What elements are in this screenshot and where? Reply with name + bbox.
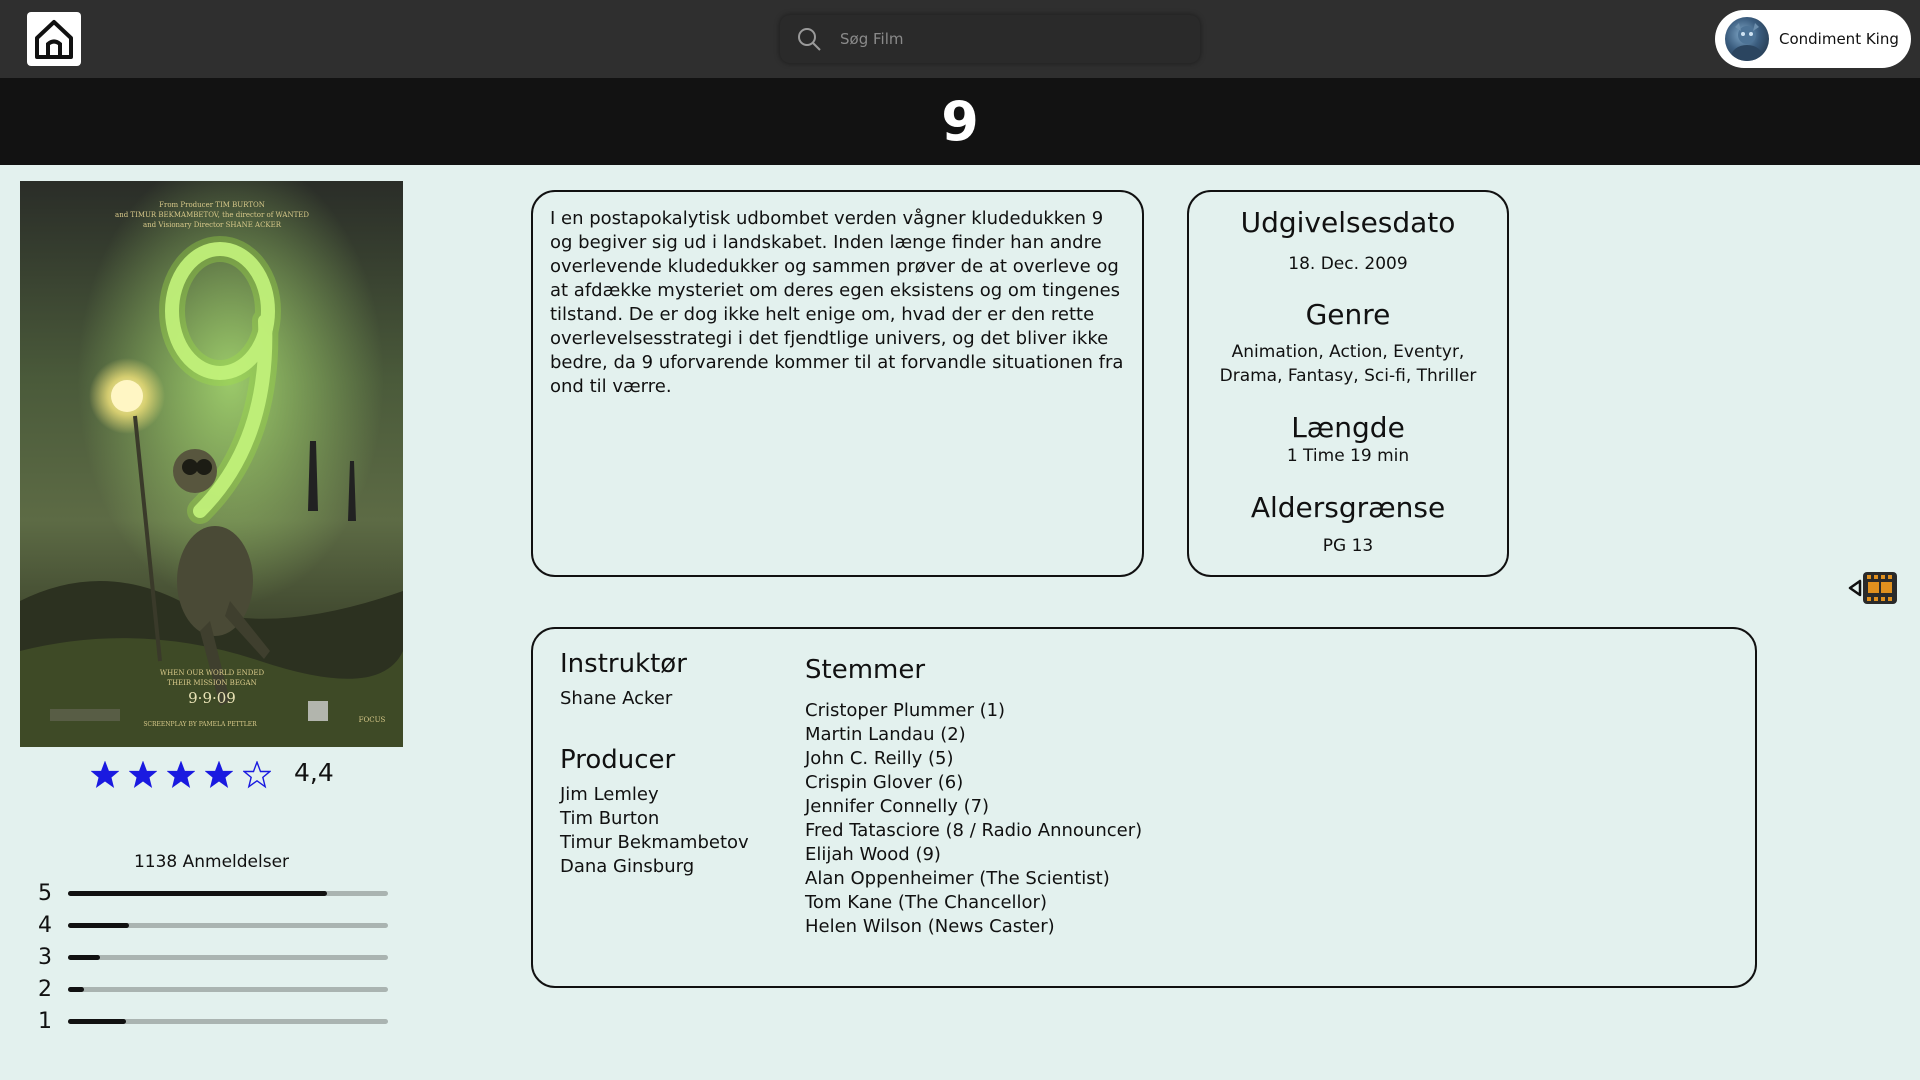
star-rating	[86, 756, 276, 794]
user-menu[interactable]: Condiment King	[1715, 10, 1911, 68]
poster-tagline: THEIR MISSION BEGAN	[167, 679, 256, 687]
producer-name: Jim Lemley	[560, 784, 659, 805]
star-empty-icon	[238, 756, 276, 794]
age-rating-heading: Aldersgrænse	[1250, 491, 1446, 524]
producer-name: Timur Bekmambetov	[560, 832, 749, 853]
search-input[interactable]	[838, 29, 1182, 49]
voice-actor: Jennifer Connelly (7)	[805, 796, 990, 817]
release-date-value: 18. Dec. 2009	[1288, 254, 1408, 274]
rating-distribution-label: 2	[38, 976, 52, 1002]
rating-distribution-row: 4	[38, 912, 388, 938]
rating-distribution-bar	[68, 1018, 388, 1024]
poster-credit-line: From Producer TIM BURTON	[159, 201, 265, 209]
poster-studio: FOCUS	[359, 716, 386, 724]
rating-distribution-bar	[68, 890, 388, 896]
rating-distribution-bar	[68, 922, 388, 928]
user-name: Condiment King	[1779, 30, 1899, 48]
voice-cast-list: Cristoper Plummer (1) Martin Landau (2) Jo…	[805, 699, 1142, 939]
rating-distribution-label: 3	[38, 944, 52, 970]
genre-heading: Genre	[1305, 298, 1391, 331]
rating-distribution-fill	[68, 986, 84, 992]
movie-title: 9	[941, 90, 979, 153]
poster-tagline: WHEN OUR WORLD ENDED	[160, 669, 265, 677]
genre-value: Animation, Action, Eventyr, Drama, Fanta…	[1219, 342, 1477, 386]
voice-actor: Crispin Glover (6)	[805, 772, 964, 793]
producer-heading: Producer	[560, 745, 676, 775]
movie-description: I en postapokalytisk udbombet verden våg…	[550, 208, 1124, 397]
voice-actor: Alan Oppenheimer (The Scientist)	[805, 868, 1110, 889]
movie-poster: From Producer TIM BURTON and TIMUR BEKMA…	[20, 181, 403, 747]
producer-name: Tim Burton	[560, 808, 660, 829]
voice-actor: Fred Tatasciore (8 / Radio Announcer)	[805, 820, 1143, 841]
poster-date: 9·9·09	[188, 689, 236, 707]
rating-distribution-row: 2	[38, 976, 388, 1002]
description-panel: I en postapokalytisk udbombet verden våg…	[531, 190, 1144, 577]
rating-distribution-fill	[68, 954, 100, 960]
voice-actor: Cristoper Plummer (1)	[805, 700, 1006, 721]
age-rating-value: PG 13	[1322, 536, 1374, 556]
rating-value: 4,4	[294, 758, 334, 787]
star-filled-icon	[200, 756, 238, 794]
credits-panel: Instruktør Shane Acker Producer Jim Leml…	[531, 627, 1757, 988]
director-heading: Instruktør	[560, 649, 687, 679]
rating-distribution-fill	[68, 890, 328, 896]
reviews-count: 1138 Anmeldelser	[133, 852, 290, 872]
poster-credit-line: and TIMUR BEKMAMBETOV, the director of W…	[115, 211, 309, 219]
release-date-heading: Udgivelsesdato	[1240, 206, 1456, 239]
rating-distribution-row: 3	[38, 944, 388, 970]
home-icon	[35, 20, 73, 59]
director-name: Shane Acker	[560, 688, 673, 709]
rating-distribution-label: 5	[38, 880, 52, 906]
rating-distribution-row: 5	[38, 880, 388, 906]
voice-actor: Tom Kane (The Chancellor)	[805, 892, 1047, 913]
home-button[interactable]	[27, 12, 81, 66]
star-filled-icon	[124, 756, 162, 794]
voice-actor: John C. Reilly (5)	[805, 748, 954, 769]
rating-distribution-bar	[68, 954, 388, 960]
producer-name: Dana Ginsburg	[560, 856, 695, 877]
avatar	[1725, 17, 1769, 61]
rating-distribution-fill	[68, 1018, 126, 1024]
voice-actor: Martin Landau (2)	[805, 724, 966, 745]
voice-actor: Helen Wilson (News Caster)	[805, 916, 1055, 937]
star-filled-icon	[86, 756, 124, 794]
rating-distribution-fill	[68, 922, 129, 928]
producer-list: Jim Lemley Tim Burton Timur Bekmambetov Dan…	[560, 783, 749, 879]
title-band: 9	[0, 78, 1920, 165]
search-icon	[796, 26, 822, 52]
rating-distribution-row: 1	[38, 1008, 388, 1034]
voice-actor: Elijah Wood (9)	[805, 844, 941, 865]
poster-credit-line: and Visionary Director SHANE ACKER	[143, 221, 282, 229]
rating-distribution-label: 4	[38, 912, 52, 938]
length-heading: Længde	[1291, 411, 1405, 444]
rating-distribution-bar	[68, 986, 388, 992]
search-bar[interactable]	[780, 15, 1200, 63]
length-value: 1 Time 19 min	[1286, 446, 1410, 466]
film-trailer-icon[interactable]	[1848, 570, 1900, 606]
top-bar: Condiment King	[0, 0, 1920, 78]
voices-heading: Stemmer	[805, 655, 926, 685]
star-filled-icon	[162, 756, 200, 794]
facts-panel: Udgivelsesdato 18. Dec. 2009 Genre Anima…	[1187, 190, 1509, 577]
rating-distribution-label: 1	[38, 1008, 52, 1034]
poster-bottom-credit: SCREENPLAY BY PAMELA PETTLER	[143, 721, 257, 728]
